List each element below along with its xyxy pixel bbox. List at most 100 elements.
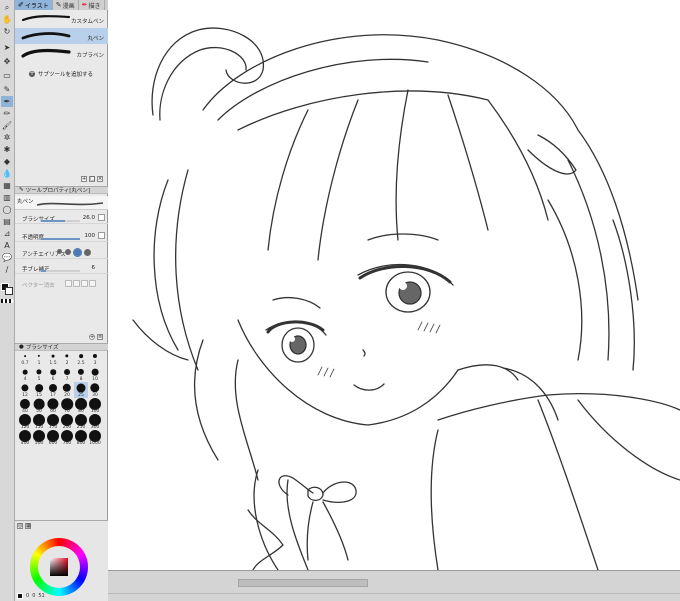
- antialias-none[interactable]: [57, 249, 62, 254]
- brush-size-preset[interactable]: 2.5: [74, 350, 88, 366]
- opacity-row[interactable]: 不透明度 100: [15, 230, 108, 242]
- balloon-tool-icon[interactable]: 💬: [1, 252, 13, 263]
- pen-tool-icon[interactable]: ✒: [1, 96, 13, 107]
- rotate-tool-icon[interactable]: ↻: [1, 26, 13, 37]
- brush-size-slider[interactable]: [41, 220, 80, 222]
- subtool-delete-icon[interactable]: ×: [97, 176, 103, 182]
- brush-size-preset[interactable]: 8: [74, 366, 88, 382]
- frame-tool-icon[interactable]: ▤: [1, 216, 13, 227]
- brush-size-preset[interactable]: 17: [46, 382, 60, 398]
- detail-settings-icon[interactable]: +: [89, 334, 95, 340]
- blend-tool-icon[interactable]: 💧: [1, 168, 13, 179]
- subtool-custom-pen[interactable]: カスタムペン: [15, 11, 108, 27]
- decoration-tool-icon[interactable]: ✱: [1, 144, 13, 155]
- vector-erase-row[interactable]: ベクター消去: [15, 278, 108, 290]
- subtool-copy-icon[interactable]: □: [89, 176, 95, 182]
- vector-erase-option-3[interactable]: [81, 280, 88, 287]
- brush-size-preset[interactable]: 250: [74, 414, 88, 430]
- brush-tool-icon[interactable]: 🖌: [1, 120, 13, 131]
- airbrush-tool-icon[interactable]: ✲: [1, 132, 13, 143]
- brush-size-preset[interactable]: 120: [18, 414, 32, 430]
- brush-size-preset[interactable]: 7: [60, 366, 74, 382]
- brush-size-preset[interactable]: 0.7: [18, 350, 32, 366]
- fill-tool-icon[interactable]: ▦: [1, 180, 13, 191]
- brush-size-preset[interactable]: 500: [32, 430, 46, 446]
- correct-line-tool-icon[interactable]: ∕: [1, 264, 13, 275]
- color-set-tab-icon[interactable]: ▦: [25, 523, 31, 529]
- stabilization-slider[interactable]: [41, 270, 80, 272]
- figure-tool-icon[interactable]: ◯: [1, 204, 13, 215]
- scrollbar-thumb[interactable]: [238, 579, 368, 587]
- brush-size-preset[interactable]: 1000: [88, 430, 102, 446]
- brush-size-preset[interactable]: 4: [18, 366, 32, 382]
- vector-erase-option-2[interactable]: [73, 280, 80, 287]
- tab-illust[interactable]: ✐ イラスト: [15, 0, 53, 10]
- pencil-tool-icon[interactable]: ✏: [1, 108, 13, 119]
- zoom-tool-icon[interactable]: ⌕: [1, 2, 13, 13]
- brush-size-preset[interactable]: 60: [46, 398, 60, 414]
- text-tool-icon[interactable]: A: [1, 240, 13, 251]
- antialias-medium[interactable]: [73, 248, 82, 257]
- brush-size-preset[interactable]: 400: [18, 430, 32, 446]
- brush-size-dot-icon: [64, 369, 70, 375]
- tab-draw[interactable]: ✒ 描き: [79, 0, 105, 10]
- brush-size-preset[interactable]: 30: [88, 382, 102, 398]
- saturation-value-square[interactable]: [50, 558, 68, 576]
- panel-menu-icon[interactable]: ≡: [97, 334, 103, 340]
- hue-ring[interactable]: [30, 538, 88, 596]
- brush-size-preset[interactable]: 6: [46, 366, 60, 382]
- brush-size-preset[interactable]: 50: [32, 398, 46, 414]
- brush-size-preset[interactable]: 1.5: [46, 350, 60, 366]
- subtool-add-icon[interactable]: +: [81, 176, 87, 182]
- brush-size-preset[interactable]: 1: [32, 350, 46, 366]
- eyedropper-tool-icon[interactable]: ✎: [1, 84, 13, 95]
- add-subtool-button[interactable]: + サブツールを追加する: [29, 70, 93, 78]
- brush-size-preset[interactable]: 12: [18, 382, 32, 398]
- gradient-tool-icon[interactable]: ▥: [1, 192, 13, 203]
- brush-size-preset[interactable]: 2: [60, 350, 74, 366]
- brush-size-preset[interactable]: 150: [32, 414, 46, 430]
- subtool-kabura-pen[interactable]: カブラペン: [15, 45, 108, 61]
- transparent-color-swatch[interactable]: [1, 299, 13, 303]
- brush-size-preset[interactable]: 170: [46, 414, 60, 430]
- hand-tool-icon[interactable]: ✋: [1, 14, 13, 25]
- brush-size-preset[interactable]: 70: [60, 398, 74, 414]
- opacity-dynamics-icon[interactable]: [98, 232, 105, 239]
- brush-size-preset[interactable]: 5: [32, 366, 46, 382]
- vector-erase-option-1[interactable]: [65, 280, 72, 287]
- pen-icon: ✎: [55, 1, 62, 9]
- antialias-weak[interactable]: [65, 249, 71, 255]
- brush-size-preset[interactable]: 800: [74, 430, 88, 446]
- horizontal-scrollbar[interactable]: [108, 570, 680, 601]
- brush-size-preset[interactable]: 600: [46, 430, 60, 446]
- sub-color-swatch[interactable]: [5, 287, 13, 295]
- brush-size-preset[interactable]: 300: [88, 414, 102, 430]
- move-layer-tool-icon[interactable]: ✥: [1, 56, 13, 67]
- brush-size-preset[interactable]: 3: [88, 350, 102, 366]
- drawing-canvas[interactable]: [108, 0, 680, 571]
- tab-manga[interactable]: ✎ 漫画: [53, 0, 79, 10]
- brush-size-preset[interactable]: 700: [60, 430, 74, 446]
- brush-size-preset[interactable]: 100: [88, 398, 102, 414]
- brush-size-preset[interactable]: 25: [74, 382, 88, 398]
- brush-size-dynamics-icon[interactable]: [98, 214, 105, 221]
- brush-size-preset[interactable]: 10: [88, 366, 102, 382]
- color-wheel-tab-icon[interactable]: ◎: [17, 523, 23, 529]
- selection-tool-icon[interactable]: ▭: [1, 70, 13, 81]
- brush-size-row[interactable]: ブラシサイズ 26.0: [15, 212, 108, 224]
- toolprop-header[interactable]: ✎ ツールプロパティ[丸ペン]: [15, 186, 108, 194]
- stabilization-row[interactable]: 手ブレ補正 6: [15, 262, 108, 274]
- antialias-strong[interactable]: [84, 249, 91, 256]
- antialias-row[interactable]: アンチエイリアス: [15, 247, 108, 259]
- brush-size-preset[interactable]: 15: [32, 382, 46, 398]
- subtool-round-pen[interactable]: 丸ペン: [15, 28, 108, 44]
- eraser-tool-icon[interactable]: ◆: [1, 156, 13, 167]
- vector-erase-option-4[interactable]: [89, 280, 96, 287]
- brush-size-preset[interactable]: 200: [60, 414, 74, 430]
- opacity-slider[interactable]: [41, 238, 80, 240]
- brush-size-preset[interactable]: 80: [74, 398, 88, 414]
- brush-size-preset[interactable]: 40: [18, 398, 32, 414]
- ruler-tool-icon[interactable]: ⊿: [1, 228, 13, 239]
- brush-size-preset[interactable]: 20: [60, 382, 74, 398]
- operation-tool-icon[interactable]: ➤: [1, 42, 13, 53]
